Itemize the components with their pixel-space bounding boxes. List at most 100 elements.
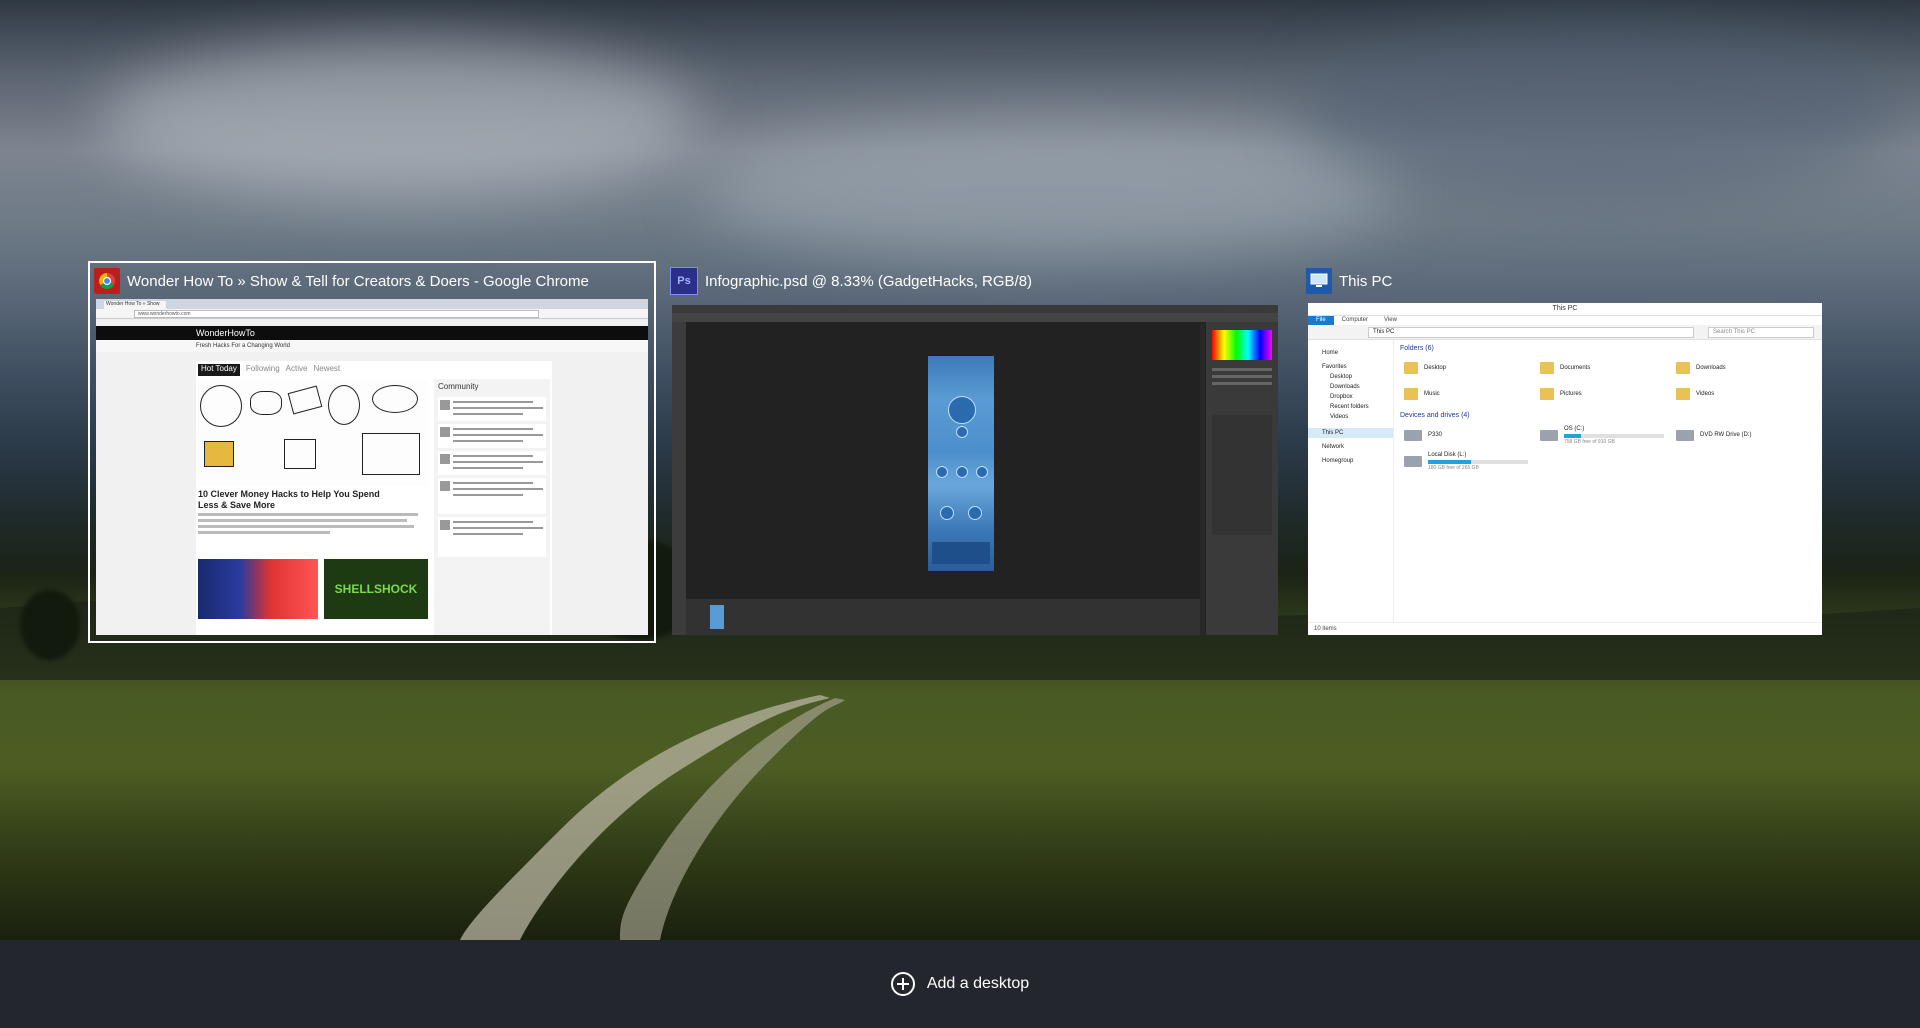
doodle-shape [284, 439, 316, 469]
site-logo: WonderHowTo [196, 328, 255, 338]
browser-toolbar: www.wonderhowto.com [96, 309, 648, 319]
site-main-content: Hot Today Following Active Newest 10 Cle… [196, 361, 552, 635]
folder-item: Documents [1532, 355, 1668, 381]
drive-item: OS (C:) 758 GB free of 910 GB [1532, 422, 1668, 448]
nav-item-videos: Videos [1330, 414, 1349, 420]
window-thumbnail[interactable]: Wonder How To » Show www.wonderhowto.com… [96, 299, 648, 635]
list-item [438, 424, 546, 448]
browser-tab-strip: Wonder How To » Show [96, 299, 648, 309]
folder-item: Desktop [1396, 355, 1532, 381]
window-title-bar: Ps Infographic.psd @ 8.33% (GadgetHacks,… [666, 263, 1032, 299]
doodle-shape [362, 433, 420, 475]
window-title-text: Wonder How To » Show & Tell for Creators… [127, 272, 589, 290]
chrome-icon [94, 268, 120, 294]
nav-item-downloads: Downloads [1330, 384, 1360, 390]
drive-item: P330 [1396, 422, 1532, 448]
bookmarks-bar [96, 319, 648, 326]
ribbon-tab-computer: Computer [1341, 317, 1369, 323]
task-view-window-explorer[interactable]: This PC This PC File Computer View This … [1302, 263, 1822, 641]
ribbon-tab-view: View [1384, 317, 1397, 323]
dvd-drive-icon [1676, 429, 1694, 441]
site-nav-tabs: Hot Today Following Active Newest [196, 361, 552, 376]
drive-item: DVD RW Drive (D:) [1668, 422, 1804, 448]
ribbon-tab-file: File [1308, 316, 1334, 325]
nav-item-homegroup: Homegroup [1322, 458, 1354, 464]
infographic-graphic [948, 396, 976, 424]
list-item [438, 397, 546, 421]
address-bar: This PC [1368, 327, 1694, 338]
photoshop-toolbox [672, 322, 686, 635]
wallpaper-cloud [100, 40, 700, 200]
site-tagline: Fresh Hacks For a Changing World [96, 340, 648, 352]
folder-item: Downloads [1668, 355, 1804, 381]
folder-item: Pictures [1532, 381, 1668, 407]
search-input: Search This PC [1708, 327, 1814, 338]
camera-icon [1404, 429, 1422, 441]
folder-icon [1404, 388, 1418, 400]
article-excerpt [198, 513, 418, 543]
infographic-graphic [936, 466, 948, 478]
explorer-address-row: This PC Search This PC [1308, 325, 1822, 340]
site-header: WonderHowTo [96, 326, 648, 340]
nav-item-home: Home [1322, 350, 1339, 356]
wallpaper-cloud [700, 120, 1400, 260]
photoshop-canvas [686, 322, 1200, 599]
infographic-document [928, 356, 994, 571]
explorer-ribbon: File Computer View [1308, 316, 1822, 325]
hard-drive-icon [1540, 429, 1558, 441]
folder-icon [1676, 388, 1690, 400]
infographic-graphic [976, 466, 988, 478]
doodle-shape [200, 385, 242, 427]
infographic-graphic [968, 506, 982, 520]
wallpaper-road [460, 695, 845, 940]
tab-active: Active [285, 364, 308, 373]
color-picker [1212, 330, 1272, 360]
folder-icon [1540, 362, 1554, 374]
explorer-status-bar: 10 items [1308, 622, 1822, 635]
article-headline: 10 Clever Money Hacks to Help You Spend … [198, 489, 380, 510]
nav-item-desktop: Desktop [1330, 374, 1353, 380]
nav-item-recent-folders: Recent folders [1330, 404, 1369, 410]
window-title-text: Infographic.psd @ 8.33% (GadgetHacks, RG… [705, 272, 1033, 290]
folders-list: Desktop Documents Downloads Music Pictur… [1396, 355, 1822, 407]
task-view-window-photoshop[interactable]: Ps Infographic.psd @ 8.33% (GadgetHacks,… [666, 263, 1284, 641]
nav-item-this-pc: This PC [1308, 428, 1393, 438]
window-title-bar: Wonder How To » Show & Tell for Creators… [90, 263, 589, 299]
window-title-bar: This PC [1302, 263, 1392, 299]
community-sidebar: Community [434, 379, 550, 635]
address-bar: www.wonderhowto.com [134, 310, 539, 318]
window-thumbnail[interactable]: This PC File Computer View This PC Searc… [1308, 303, 1822, 635]
folders-header: Folders (6) [1400, 345, 1434, 352]
task-view-window-chrome[interactable]: Wonder How To » Show & Tell for Creators… [88, 261, 656, 643]
this-pc-icon [1306, 268, 1332, 294]
drives-header: Devices and drives (4) [1400, 412, 1470, 419]
tab-newest: Newest [313, 364, 341, 373]
photoshop-panels [1205, 322, 1278, 635]
hard-drive-icon [1404, 455, 1422, 467]
folder-icon [1404, 362, 1418, 374]
sidebar-title: Community [438, 382, 479, 391]
doodle-shape [372, 385, 418, 413]
article-thumbnail-shellshock: SHELLSHOCK [324, 559, 428, 619]
photoshop-menu-bar [672, 305, 1278, 313]
list-item [438, 517, 546, 557]
infographic-graphic [956, 426, 968, 438]
folder-icon [1540, 388, 1554, 400]
explorer-title: This PC [1308, 303, 1822, 316]
infographic-graphic [956, 466, 968, 478]
explorer-content: Folders (6) Desktop Documents Downloads … [1396, 340, 1822, 623]
browser-tab: Wonder How To » Show [104, 301, 166, 309]
task-view-bottom-bar: Add a desktop [0, 940, 1920, 1028]
window-thumbnail[interactable] [672, 305, 1278, 635]
folder-item: Videos [1668, 381, 1804, 407]
tab-following: Following [245, 364, 280, 373]
explorer-nav-pane: Home Favorites Desktop Downloads Dropbox… [1308, 340, 1394, 623]
doodle-shape [287, 385, 323, 415]
nav-item-network: Network [1322, 444, 1345, 450]
plus-circle-icon [890, 972, 915, 996]
add-desktop-button[interactable]: Add a desktop [890, 972, 1029, 996]
drives-list: P330 OS (C:) 758 GB free of 910 GB DVD RW… [1396, 422, 1822, 474]
nav-item-favorites: Favorites [1322, 364, 1347, 370]
doodle-shape [204, 441, 234, 467]
folder-icon [1676, 362, 1690, 374]
